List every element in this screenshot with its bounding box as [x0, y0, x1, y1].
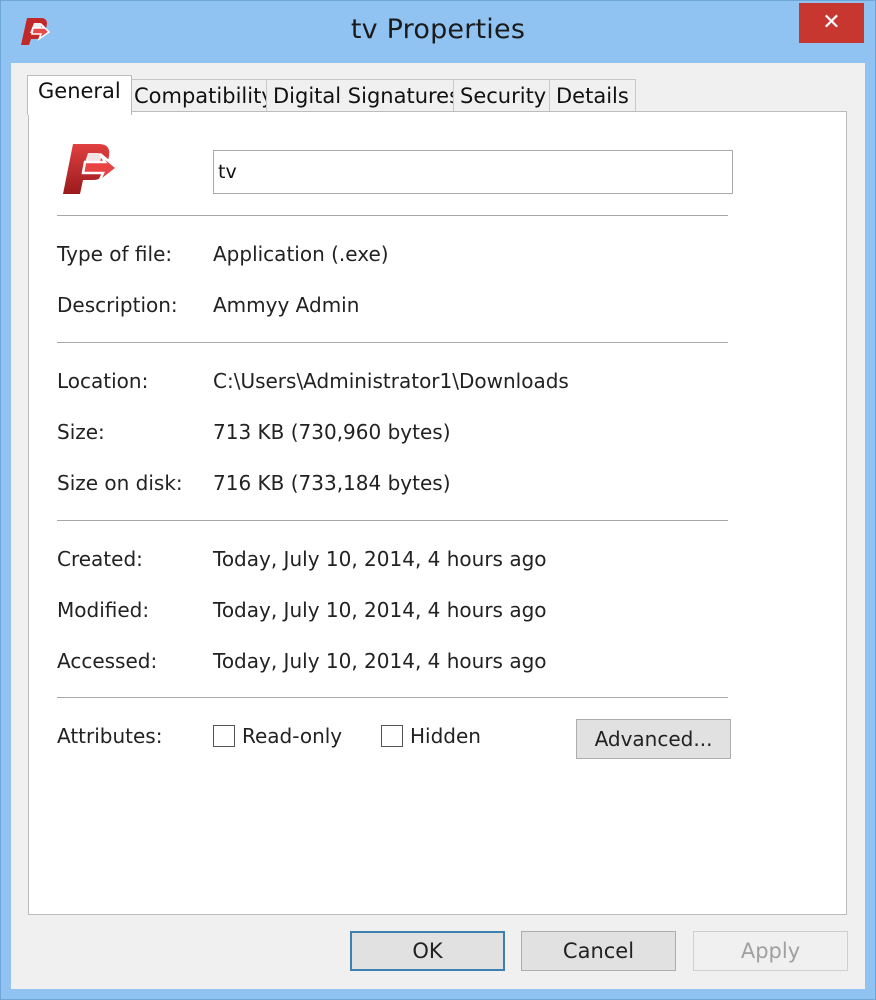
- type-of-file-value: Application (.exe): [213, 242, 389, 266]
- tab-compatibility[interactable]: Compatibility: [127, 79, 281, 113]
- attributes-label: Attributes:: [57, 724, 163, 748]
- description-value: Ammyy Admin: [213, 293, 360, 317]
- type-of-file-label: Type of file:: [57, 242, 173, 266]
- modified-label: Modified:: [57, 598, 150, 622]
- apply-button[interactable]: Apply: [693, 931, 848, 971]
- tab-details[interactable]: Details: [549, 79, 636, 113]
- location-value: C:\Users\Administrator1\Downloads: [213, 369, 569, 393]
- read-only-label[interactable]: Read-only: [242, 724, 342, 748]
- read-only-option[interactable]: Read-only: [213, 724, 342, 748]
- general-tab-panel: Type of file: Application (.exe) Descrip…: [28, 111, 847, 915]
- modified-value: Today, July 10, 2014, 4 hours ago: [213, 598, 547, 622]
- cancel-button[interactable]: Cancel: [521, 931, 676, 971]
- separator: [57, 520, 728, 521]
- close-button[interactable]: ✕: [799, 3, 864, 43]
- dialog-client-area: General Compatibility Digital Signatures…: [11, 63, 865, 989]
- description-label: Description:: [57, 293, 178, 317]
- accessed-value: Today, July 10, 2014, 4 hours ago: [213, 649, 547, 673]
- size-label: Size:: [57, 420, 105, 444]
- accessed-label: Accessed:: [57, 649, 158, 673]
- properties-window: tv Properties ✕ General Compatibility Di…: [0, 0, 876, 1000]
- read-only-checkbox[interactable]: [213, 725, 235, 747]
- separator: [57, 342, 728, 343]
- location-label: Location:: [57, 369, 149, 393]
- hidden-option[interactable]: Hidden: [381, 724, 481, 748]
- window-title: tv Properties: [350, 14, 526, 45]
- title-bar[interactable]: tv Properties ✕: [1, 1, 875, 63]
- created-label: Created:: [57, 547, 143, 571]
- ok-button[interactable]: OK: [350, 931, 505, 971]
- hidden-checkbox[interactable]: [381, 725, 403, 747]
- tab-digital-signatures[interactable]: Digital Signatures: [266, 79, 468, 113]
- size-on-disk-value: 716 KB (733,184 bytes): [213, 471, 451, 495]
- tab-general[interactable]: General: [27, 75, 132, 115]
- ammyy-admin-file-icon: [57, 138, 121, 196]
- size-on-disk-label: Size on disk:: [57, 471, 183, 495]
- tab-security[interactable]: Security: [453, 79, 554, 113]
- separator: [57, 697, 728, 698]
- hidden-label[interactable]: Hidden: [410, 724, 481, 748]
- size-value: 713 KB (730,960 bytes): [213, 420, 451, 444]
- created-value: Today, July 10, 2014, 4 hours ago: [213, 547, 547, 571]
- advanced-button[interactable]: Advanced...: [576, 719, 731, 759]
- file-name-input[interactable]: [213, 150, 733, 194]
- separator: [57, 215, 728, 216]
